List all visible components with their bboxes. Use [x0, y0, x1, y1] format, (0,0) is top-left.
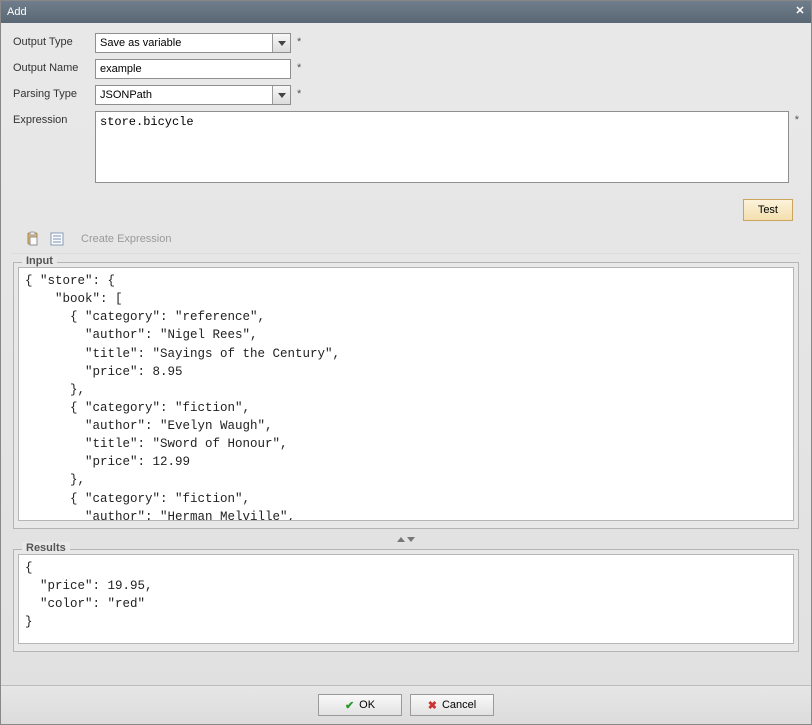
list-icon[interactable]: [49, 231, 65, 247]
parsing-type-value[interactable]: [96, 86, 272, 104]
input-textarea[interactable]: [18, 267, 794, 521]
expression-input[interactable]: [95, 111, 789, 183]
create-expression-link[interactable]: Create Expression: [81, 233, 172, 245]
cross-icon: ✖: [428, 699, 437, 712]
row-output-name: Output Name *: [13, 59, 799, 79]
close-icon[interactable]: ✕: [793, 5, 807, 19]
required-marker: *: [297, 36, 301, 48]
ok-button[interactable]: ✔ OK: [318, 694, 402, 716]
separator: [11, 253, 801, 254]
row-parsing-type: Parsing Type *: [13, 85, 799, 105]
label-parsing-type: Parsing Type: [13, 85, 95, 100]
label-expression: Expression: [13, 111, 95, 126]
output-type-select[interactable]: [95, 33, 291, 53]
toolbar: Create Expression: [1, 229, 811, 253]
window-title: Add: [7, 6, 27, 18]
output-type-value[interactable]: [96, 34, 272, 52]
row-expression: Expression *: [13, 111, 799, 183]
form-area: Output Type * Output Name * Parsing Type: [1, 23, 811, 193]
label-output-name: Output Name: [13, 59, 95, 74]
required-marker: *: [297, 62, 301, 74]
footer: ✔ OK ✖ Cancel: [1, 685, 811, 724]
chevron-down-icon[interactable]: [272, 34, 290, 52]
splitter-handle[interactable]: [13, 535, 799, 543]
required-marker: *: [297, 88, 301, 100]
paste-icon[interactable]: [25, 231, 41, 247]
cancel-label: Cancel: [442, 699, 476, 711]
label-output-type: Output Type: [13, 33, 95, 48]
row-output-type: Output Type *: [13, 33, 799, 53]
parsing-type-select[interactable]: [95, 85, 291, 105]
results-textarea[interactable]: [18, 554, 794, 644]
ok-label: OK: [359, 699, 375, 711]
check-icon: ✔: [345, 699, 354, 712]
chevron-down-icon[interactable]: [272, 86, 290, 104]
input-group: Input: [13, 262, 799, 529]
results-legend: Results: [22, 542, 70, 554]
results-group: Results: [13, 549, 799, 652]
required-marker: *: [795, 114, 799, 126]
chevron-down-icon: [407, 537, 415, 542]
test-button[interactable]: Test: [743, 199, 793, 221]
cancel-button[interactable]: ✖ Cancel: [410, 694, 494, 716]
dialog-add: Add ✕ Output Type * Output Name * Parsin…: [0, 0, 812, 725]
input-legend: Input: [22, 255, 57, 267]
test-button-label: Test: [758, 204, 778, 216]
titlebar: Add ✕: [1, 1, 811, 23]
test-row: Test: [1, 193, 811, 229]
chevron-up-icon: [397, 537, 405, 542]
output-name-input[interactable]: [95, 59, 291, 79]
